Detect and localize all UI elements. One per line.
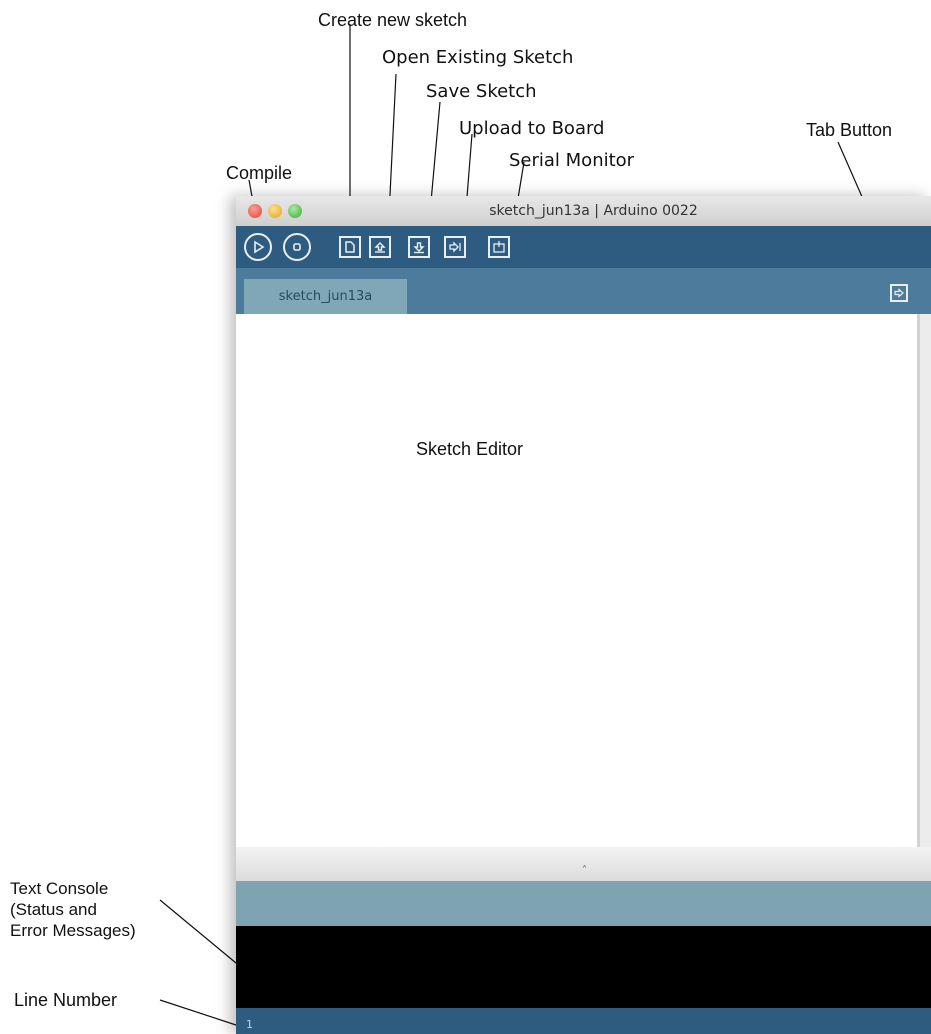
save-icon xyxy=(413,242,425,254)
open-icon xyxy=(374,242,386,253)
label-text-console-line3: Error Messages) xyxy=(10,921,136,940)
label-sketch-editor: Sketch Editor xyxy=(416,439,524,459)
tab-bar: sketch_jun13a xyxy=(236,268,931,314)
upload-button[interactable] xyxy=(444,236,466,258)
label-upload-to-board: Upload to Board xyxy=(459,118,605,139)
arduino-window: sketch_jun13a | Arduino 0022 sketch_jun1… xyxy=(236,196,931,1034)
new-file-icon xyxy=(345,241,355,253)
play-icon xyxy=(254,240,265,254)
toolbar xyxy=(236,226,931,268)
tab-label: sketch_jun13a xyxy=(278,289,373,304)
label-open-existing-sketch: Open Existing Sketch xyxy=(382,47,574,68)
new-sketch-button[interactable] xyxy=(339,236,361,258)
tab-menu-button[interactable] xyxy=(890,284,908,302)
stop-icon xyxy=(293,243,301,251)
upload-icon xyxy=(449,241,461,253)
tab-arrow-icon xyxy=(894,288,904,298)
label-line-number: Line Number xyxy=(14,990,118,1010)
serial-monitor-icon xyxy=(493,241,505,253)
editor-console-divider[interactable]: ˄ xyxy=(236,847,931,881)
label-tab-button: Tab Button xyxy=(806,120,893,140)
stop-button[interactable] xyxy=(283,233,311,261)
save-sketch-button[interactable] xyxy=(408,236,430,258)
compile-button[interactable] xyxy=(244,233,272,261)
serial-monitor-button[interactable] xyxy=(488,236,510,258)
window-title: sketch_jun13a | Arduino 0022 xyxy=(489,203,698,219)
label-text-console-line1: Text Console xyxy=(10,879,109,898)
label-serial-monitor: Serial Monitor xyxy=(509,150,635,171)
tab-sketch-jun13a[interactable]: sketch_jun13a xyxy=(244,279,407,314)
text-console xyxy=(236,926,931,1008)
label-text-console-line2: (Status and xyxy=(10,900,97,919)
label-compile: Compile xyxy=(226,163,293,183)
label-create-new-sketch: Create new sketch xyxy=(318,10,468,30)
open-sketch-button[interactable] xyxy=(369,236,391,258)
label-save-sketch: Save Sketch xyxy=(426,81,537,102)
footer-bar: 1 xyxy=(236,1008,931,1034)
line-number: 1 xyxy=(246,1018,253,1031)
chevron-up-icon: ˄ xyxy=(582,865,587,876)
status-bar xyxy=(236,881,931,926)
sketch-editor[interactable]: Sketch Editor xyxy=(236,314,920,847)
title-bar: sketch_jun13a | Arduino 0022 xyxy=(236,196,931,226)
